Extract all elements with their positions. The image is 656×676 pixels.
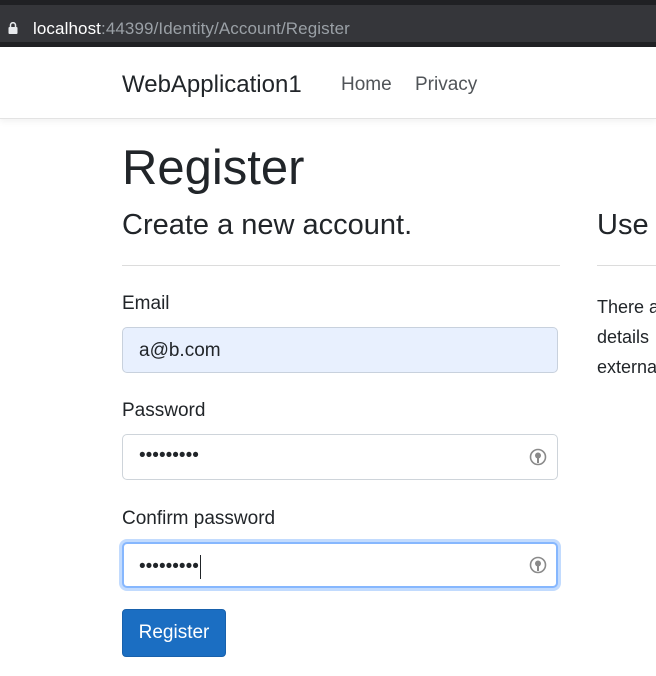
password-label: Password bbox=[122, 400, 206, 421]
email-field[interactable]: a@b.com bbox=[122, 327, 558, 373]
navbar: WebApplication1 Home Privacy bbox=[0, 47, 656, 119]
url-host: localhost bbox=[33, 19, 101, 38]
navbar-brand[interactable]: WebApplication1 bbox=[122, 71, 302, 99]
confirm-password-value: ••••••••• bbox=[139, 555, 201, 579]
url-text[interactable]: localhost:44399/Identity/Account/Registe… bbox=[33, 19, 350, 39]
password-value: ••••••••• bbox=[139, 445, 199, 466]
divider bbox=[122, 265, 560, 266]
text-line: details bbox=[597, 327, 650, 347]
email-value: a@b.com bbox=[139, 340, 221, 361]
external-login-text: There a details externa bbox=[597, 292, 656, 382]
password-manager-icon[interactable] bbox=[528, 555, 548, 575]
confirm-password-field[interactable]: ••••••••• bbox=[122, 542, 558, 588]
form-subtitle: Create a new account. bbox=[122, 209, 413, 241]
email-label: Email bbox=[122, 293, 170, 314]
text-line: externa bbox=[597, 357, 656, 377]
confirm-password-dots: ••••••••• bbox=[139, 556, 199, 578]
register-button[interactable]: Register bbox=[122, 609, 226, 657]
external-login-heading: Use bbox=[597, 209, 649, 241]
page-title: Register bbox=[122, 141, 305, 195]
nav-link-home[interactable]: Home bbox=[341, 74, 392, 96]
address-bar[interactable]: localhost:44399/Identity/Account/Registe… bbox=[0, 5, 656, 42]
text-line: There a bbox=[597, 297, 656, 317]
confirm-password-label: Confirm password bbox=[122, 508, 276, 529]
url-path: :44399/Identity/Account/Register bbox=[101, 19, 350, 38]
lock-icon[interactable] bbox=[8, 22, 18, 34]
divider bbox=[597, 265, 656, 266]
text-caret bbox=[199, 555, 201, 579]
browser-toolbar: localhost:44399/Identity/Account/Registe… bbox=[0, 0, 656, 47]
password-manager-icon[interactable] bbox=[528, 447, 548, 467]
nav-link-privacy[interactable]: Privacy bbox=[415, 74, 477, 96]
password-field[interactable]: ••••••••• bbox=[122, 434, 558, 480]
